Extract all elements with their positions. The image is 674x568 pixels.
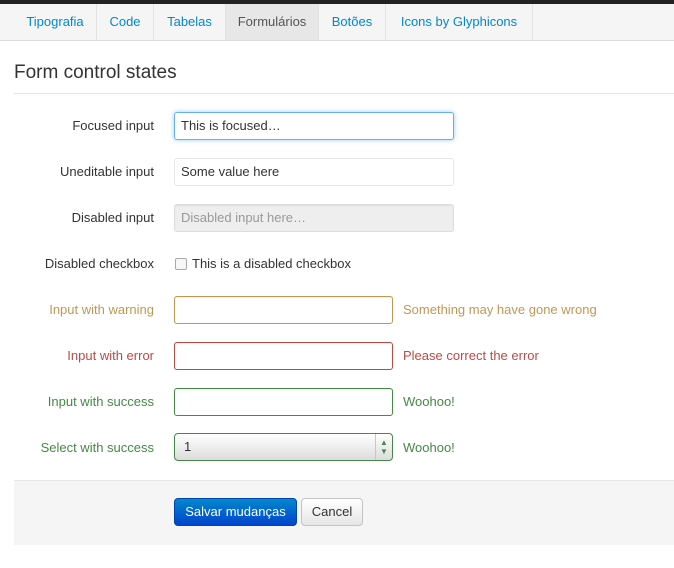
success-help-text: Woohoo!: [403, 394, 455, 409]
select-success-help-text: Woohoo!: [403, 440, 455, 455]
select-arrows-icon[interactable]: ▲ ▼: [375, 434, 392, 460]
success-input-label: Input with success: [47, 394, 154, 409]
tab-bar: Tipografia Code Tabelas Formulários Botõ…: [0, 4, 674, 41]
uneditable-input: Some value here: [174, 158, 454, 186]
uneditable-input-label: Uneditable input: [60, 164, 154, 179]
warning-input-label: Input with warning: [49, 302, 154, 317]
error-input-label: Input with error: [67, 348, 154, 363]
disabled-input-label: Disabled input: [71, 210, 154, 225]
focused-input-label: Focused input: [72, 118, 154, 133]
disabled-checkbox: [175, 258, 187, 270]
save-changes-button[interactable]: Salvar mudanças: [174, 498, 297, 526]
success-select[interactable]: 1 ▲ ▼: [174, 433, 393, 461]
section-title: Form control states: [14, 62, 177, 83]
section-divider: [14, 93, 674, 94]
disabled-checkbox-label: Disabled checkbox: [44, 256, 154, 271]
success-input[interactable]: [174, 388, 393, 416]
tab-icons[interactable]: Icons by Glyphicons: [386, 4, 533, 40]
focused-input[interactable]: This is focused…: [174, 112, 454, 140]
tab-formularios[interactable]: Formulários: [226, 4, 319, 40]
warning-help-text: Something may have gone wrong: [403, 302, 597, 317]
select-value: 1: [184, 439, 192, 454]
disabled-input: Disabled input here…: [174, 204, 454, 232]
error-input[interactable]: [174, 342, 393, 370]
cancel-button[interactable]: Cancel: [301, 498, 363, 526]
error-help-text: Please correct the error: [403, 348, 539, 363]
tab-tipografia[interactable]: Tipografia: [14, 4, 97, 40]
select-success-label: Select with success: [40, 440, 154, 455]
tab-botoes[interactable]: Botões: [319, 4, 386, 40]
warning-input[interactable]: [174, 296, 393, 324]
disabled-checkbox-text: This is a disabled checkbox: [192, 256, 351, 271]
tab-tabelas[interactable]: Tabelas: [154, 4, 226, 40]
tab-code[interactable]: Code: [97, 4, 154, 40]
